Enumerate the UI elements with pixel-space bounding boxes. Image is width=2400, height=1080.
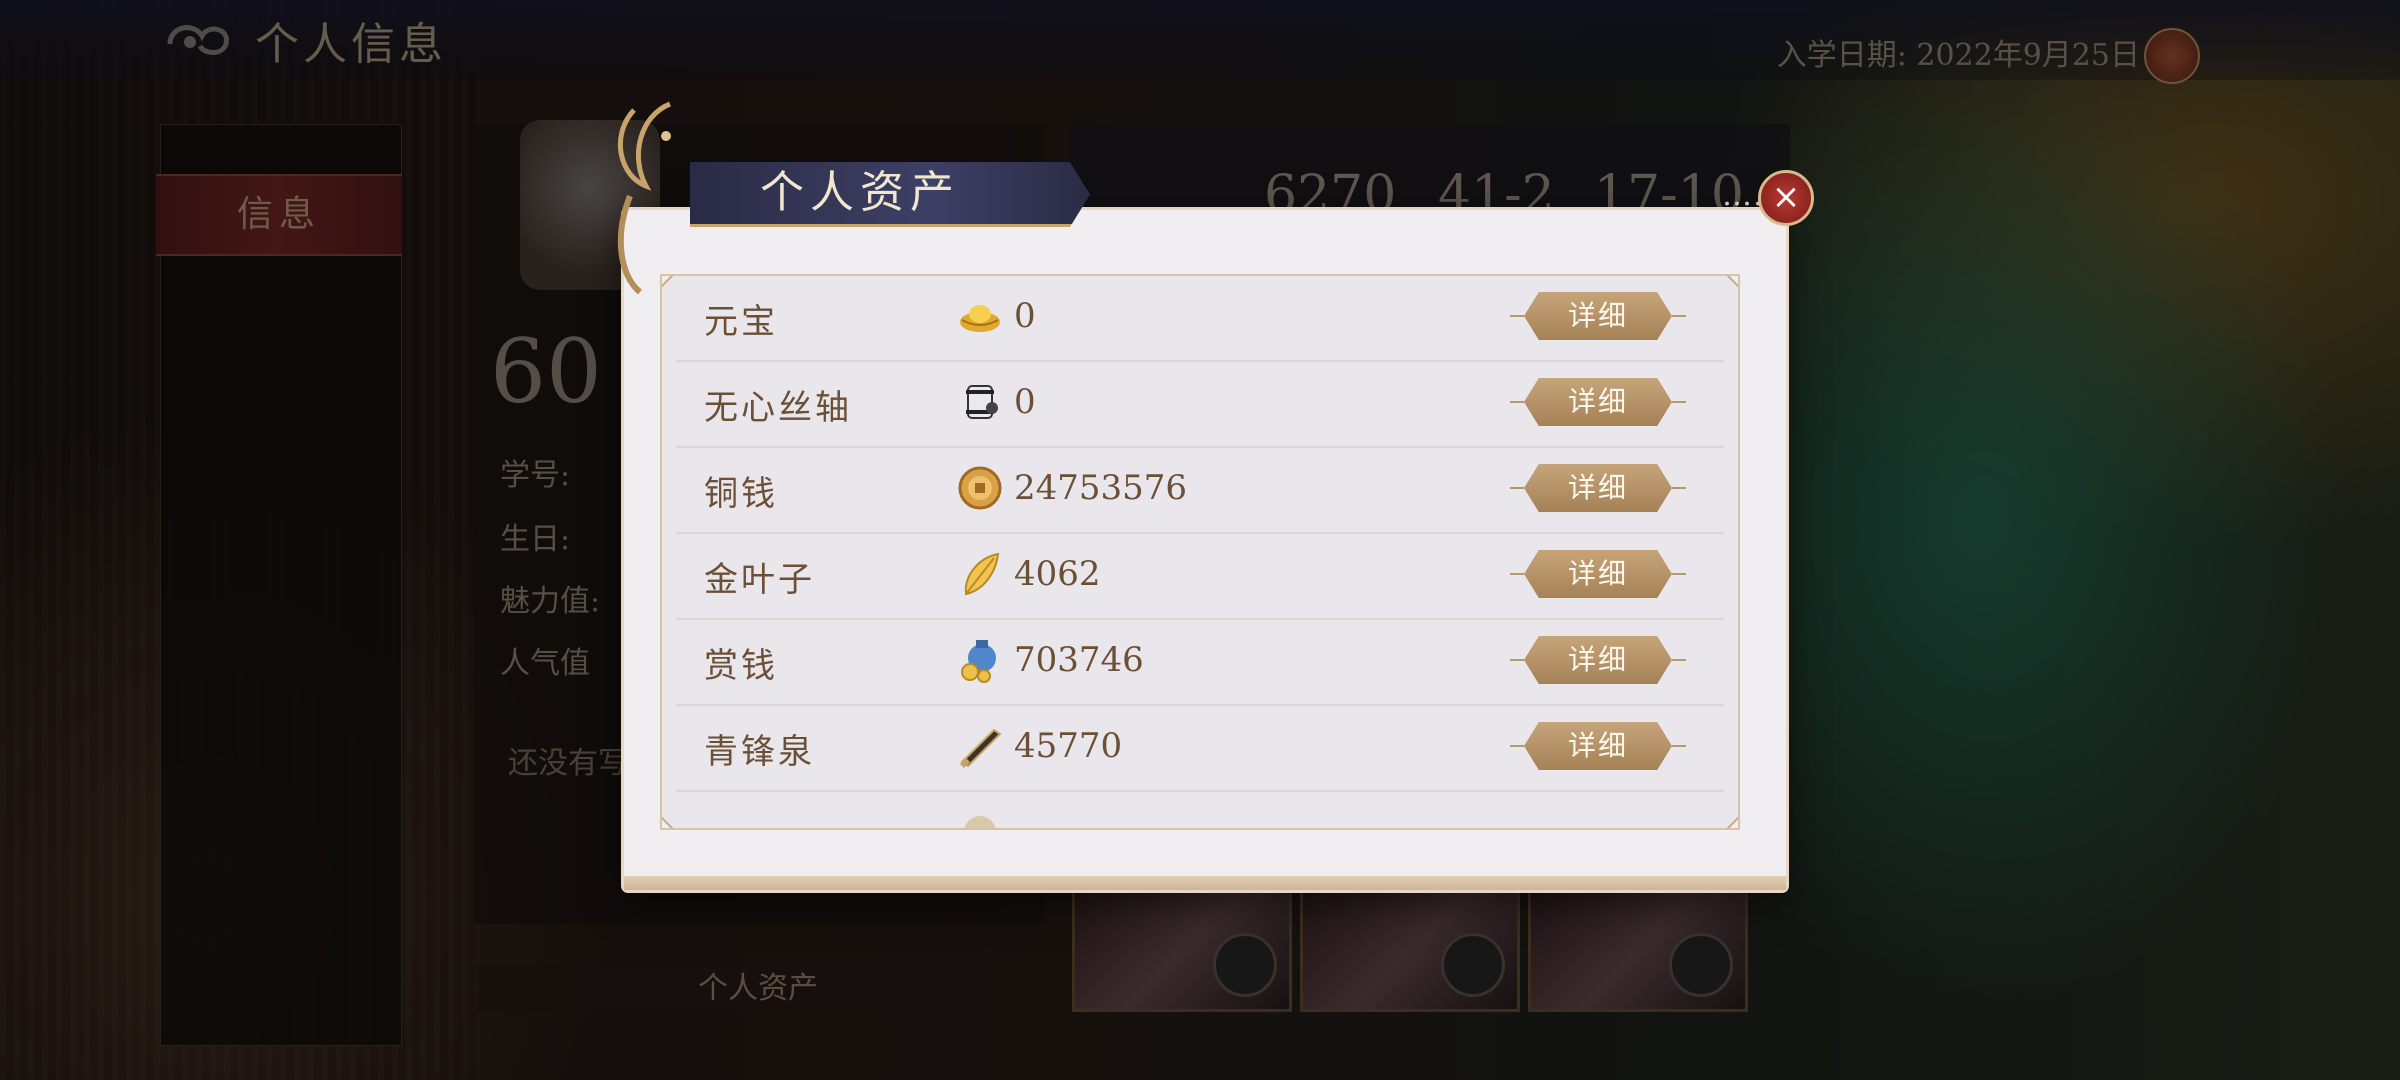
modal-title: 个人资产 [760, 167, 960, 218]
detail-button[interactable]: 详细 [1524, 550, 1672, 598]
asset-value: 703746 [1014, 640, 1144, 680]
detail-button-wrap: 详细 [1510, 546, 1686, 602]
modal-bottom-trim [624, 876, 1786, 890]
detail-button[interactable]: 详细 [1524, 292, 1672, 340]
asset-list-frame[interactable]: 元宝 0 详细 无心丝轴 0 详细 铜钱 24753576 详细 金叶子 406… [660, 274, 1740, 830]
detail-button[interactable]: 详细 [1524, 378, 1672, 426]
asset-list: 元宝 0 详细 无心丝轴 0 详细 铜钱 24753576 详细 金叶子 406… [676, 276, 1724, 828]
asset-name: 铜钱 [704, 474, 778, 514]
detail-button-wrap: 详细 [1510, 288, 1686, 344]
detail-button-wrap: 详细 [1510, 374, 1686, 430]
money-pouch-icon [961, 640, 996, 683]
detail-button[interactable]: 详细 [1524, 722, 1672, 770]
frame-corner [662, 816, 674, 828]
asset-row: 无心丝轴 0 详细 [676, 362, 1724, 448]
partial-item-icon [964, 816, 996, 828]
detail-button-wrap: 详细 [1510, 718, 1686, 774]
asset-value: 0 [1014, 296, 1036, 336]
detail-button[interactable]: 详细 [1524, 464, 1672, 512]
frame-corner [662, 276, 674, 288]
blade-icon [960, 728, 1002, 768]
asset-row: 青锋泉 45770 详细 [676, 706, 1724, 792]
asset-row-partial [676, 792, 1724, 828]
asset-name: 青锋泉 [704, 732, 815, 772]
frame-corner [1726, 816, 1738, 828]
asset-row: 金叶子 4062 详细 [676, 534, 1724, 620]
asset-value: 45770 [1014, 726, 1123, 766]
asset-value: 0 [1014, 382, 1036, 422]
detail-button[interactable]: 详细 [1524, 636, 1672, 684]
silk-spool-icon [966, 385, 998, 419]
asset-name: 无心丝轴 [704, 388, 852, 428]
asset-name: 赏钱 [704, 646, 778, 686]
asset-name: 元宝 [704, 302, 778, 342]
asset-row: 铜钱 24753576 详细 [676, 448, 1724, 534]
copper-coin-icon [958, 466, 1002, 510]
gold-leaf-icon [964, 552, 1000, 596]
asset-name: 金叶子 [704, 560, 815, 600]
gold-ingot-icon [960, 305, 1000, 332]
asset-row: 元宝 0 详细 [676, 276, 1724, 362]
asset-value: 24753576 [1014, 468, 1188, 508]
asset-row: 赏钱 703746 详细 [676, 620, 1724, 706]
detail-button-wrap: 详细 [1510, 632, 1686, 688]
close-button[interactable]: × [1758, 170, 1814, 226]
detail-button-wrap: 详细 [1510, 460, 1686, 516]
asset-value: 4062 [1014, 554, 1101, 594]
frame-corner [1726, 276, 1738, 288]
